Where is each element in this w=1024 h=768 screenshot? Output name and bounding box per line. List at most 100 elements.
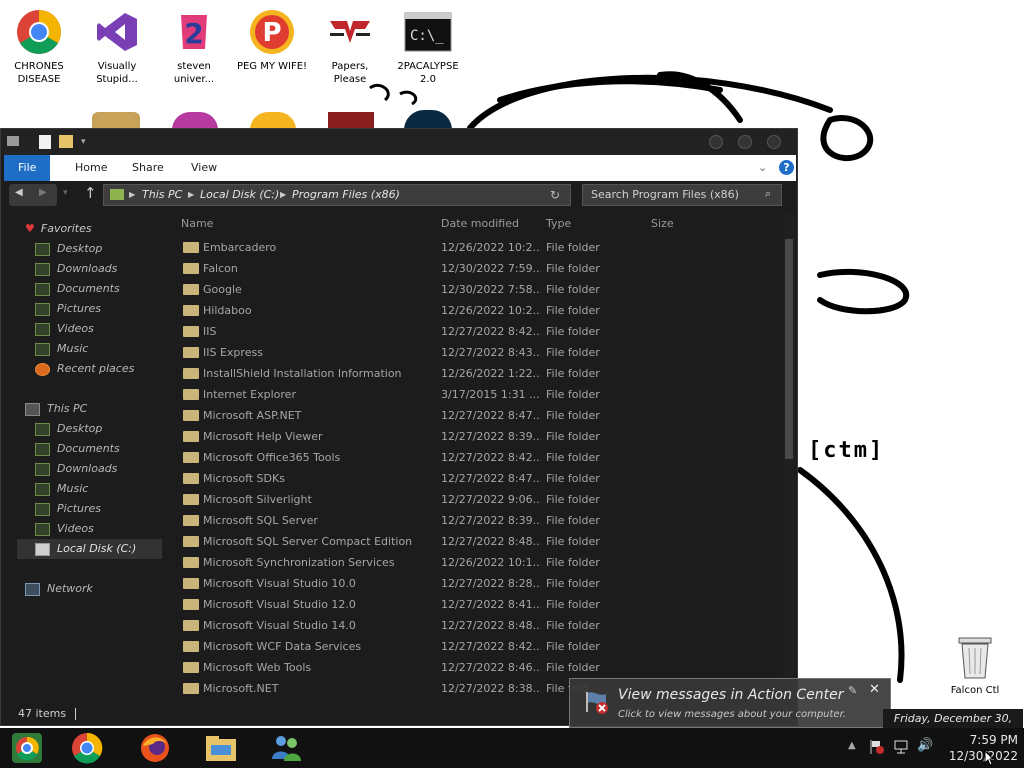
table-row[interactable]: Microsoft SQL Server 12/27/2022 8:39... Fi… <box>171 510 783 531</box>
desktop-icon-peg[interactable]: P PEG MY WIFE! <box>232 2 312 73</box>
breadcrumb-program-files[interactable]: Program Files (x86) <box>292 185 400 205</box>
nav-network[interactable]: Network <box>25 579 93 599</box>
nav-fav-downloads[interactable]: Downloads <box>35 259 117 279</box>
title-bar[interactable]: ▾ <box>1 129 797 155</box>
nav-fav-desktop[interactable]: Desktop <box>35 239 102 259</box>
toast-subtitle: Click to view messages about your comput… <box>618 709 846 720</box>
file-type: File folder <box>546 451 600 464</box>
column-header-name[interactable]: Name <box>181 213 213 235</box>
table-row[interactable]: Microsoft Visual Studio 12.0 12/27/2022 8… <box>171 594 783 615</box>
desktop-icon-steven-universe[interactable]: 2 steven univer... <box>154 2 234 86</box>
start-button[interactable] <box>10 732 44 764</box>
desktop-icon-recycle-bin[interactable]: Falcon Ctl <box>935 626 1015 697</box>
file-name: IIS Express <box>203 346 263 359</box>
maximize-button[interactable] <box>738 135 752 149</box>
ribbon-expand-icon[interactable]: ⌄ <box>758 161 767 174</box>
desktop-icon-papers-please[interactable]: Papers, Please <box>310 2 390 86</box>
table-row[interactable]: Microsoft WCF Data Services 12/27/2022 8:… <box>171 636 783 657</box>
nav-pc-pictures[interactable]: Pictures <box>35 499 101 519</box>
nav-fav-videos[interactable]: Videos <box>35 319 94 339</box>
nav-fav-recent[interactable]: Recent places <box>35 359 134 379</box>
properties-icon[interactable] <box>39 135 51 149</box>
firefox-taskbar-icon[interactable] <box>138 732 172 764</box>
column-header-type[interactable]: Type <box>546 213 571 235</box>
breadcrumb-local-disk[interactable]: Local Disk (C:) <box>200 185 279 205</box>
minimize-button[interactable] <box>709 135 723 149</box>
scrollbar-thumb[interactable] <box>785 239 793 459</box>
table-row[interactable]: Falcon 12/30/2022 7:59... File folder <box>171 258 783 279</box>
column-header-date[interactable]: Date modified <box>441 213 519 235</box>
table-row[interactable]: Microsoft Web Tools 12/27/2022 8:46... Fil… <box>171 657 783 678</box>
new-folder-icon[interactable] <box>59 135 73 148</box>
nav-favorites[interactable]: ♥ Favorites <box>25 219 92 239</box>
table-row[interactable]: IIS 12/27/2022 8:42... File folder <box>171 321 783 342</box>
nav-pc-downloads[interactable]: Downloads <box>35 459 117 479</box>
column-header-size[interactable]: Size <box>651 213 674 235</box>
address-bar[interactable]: ▶ This PC ▶ Local Disk (C:) ▶ Program Fi… <box>103 184 571 206</box>
nav-this-pc[interactable]: This PC <box>25 399 87 419</box>
action-center-toast[interactable]: View messages in Action Center Click to … <box>569 678 891 728</box>
table-row[interactable]: Embarcadero 12/26/2022 10:2... File folder <box>171 237 783 258</box>
vertical-scrollbar[interactable] <box>783 213 795 703</box>
show-hidden-icons-icon[interactable]: ▲ <box>848 740 856 751</box>
chrome-taskbar-icon[interactable] <box>70 732 104 764</box>
nav-fav-pictures[interactable]: Pictures <box>35 299 101 319</box>
network-tray-icon[interactable] <box>893 739 909 755</box>
table-row[interactable]: Microsoft Office365 Tools 12/27/2022 8:42… <box>171 447 783 468</box>
nav-pc-local-disk[interactable]: Local Disk (C:) <box>17 539 162 559</box>
search-icon[interactable]: ⌕ <box>765 187 771 201</box>
table-row[interactable]: Google 12/30/2022 7:58... File folder <box>171 279 783 300</box>
table-row[interactable]: Internet Explorer 3/17/2015 1:31 ... File … <box>171 384 783 405</box>
tab-view[interactable]: View <box>191 155 217 181</box>
file-type: File folder <box>546 640 600 653</box>
action-center-tray-icon[interactable] <box>869 739 885 755</box>
forward-arrow-icon[interactable]: ▶ <box>39 187 47 198</box>
tab-file[interactable]: File <box>4 155 51 181</box>
chevron-down-icon[interactable]: ▾ <box>81 137 86 147</box>
tab-share[interactable]: Share <box>132 155 164 181</box>
folder-icon <box>183 389 199 400</box>
search-input[interactable]: Search Program Files (x86) <box>582 184 782 206</box>
file-name: Embarcadero <box>203 241 277 254</box>
nav-pc-desktop[interactable]: Desktop <box>35 419 102 439</box>
nav-fav-documents[interactable]: Documents <box>35 279 120 299</box>
table-row[interactable]: IIS Express 12/27/2022 8:43... File folder <box>171 342 783 363</box>
table-row[interactable]: Microsoft Silverlight 12/27/2022 9:06... F… <box>171 489 783 510</box>
nav-pc-documents[interactable]: Documents <box>35 439 120 459</box>
help-icon[interactable]: ? <box>779 160 794 175</box>
table-row[interactable]: Microsoft ASP.NET 12/27/2022 8:47... File … <box>171 405 783 426</box>
table-row[interactable]: Microsoft Visual Studio 14.0 12/27/2022 8… <box>171 615 783 636</box>
desktop-icon-visual-studio[interactable]: Visually Stupid... <box>77 2 157 86</box>
folder-icon <box>183 515 199 526</box>
status-divider <box>75 708 76 720</box>
volume-icon[interactable]: 🔊 <box>917 738 933 753</box>
desktop-icon-chrones[interactable]: CHRONES DISEASE <box>0 2 79 86</box>
nav-pc-music[interactable]: Music <box>35 479 88 499</box>
breadcrumb-this-pc[interactable]: This PC <box>142 185 182 205</box>
nav-fav-music[interactable]: Music <box>35 339 88 359</box>
nav-label: Downloads <box>57 262 118 275</box>
close-icon[interactable]: ✕ <box>869 682 880 697</box>
file-explorer-taskbar-icon[interactable] <box>204 732 238 764</box>
up-arrow-icon[interactable]: ↑ <box>84 184 97 202</box>
file-date: 12/30/2022 7:59... <box>441 262 541 275</box>
pin-icon[interactable]: ✎ <box>848 684 857 697</box>
table-row[interactable]: Microsoft Help Viewer 12/27/2022 8:39... F… <box>171 426 783 447</box>
recycle-bin-icon <box>951 632 999 680</box>
back-arrow-icon[interactable]: ◀ <box>15 187 23 198</box>
table-row[interactable]: Microsoft Visual Studio 10.0 12/27/2022 8… <box>171 573 783 594</box>
folder-icon <box>183 242 199 253</box>
table-row[interactable]: InstallShield Installation Information 12… <box>171 363 783 384</box>
table-row[interactable]: Microsoft Synchronization Services 12/26/… <box>171 552 783 573</box>
recent-locations-icon[interactable]: ▾ <box>63 188 68 198</box>
table-row[interactable]: Hildaboo 12/26/2022 10:2... File folder <box>171 300 783 321</box>
tab-home[interactable]: Home <box>75 155 107 181</box>
nav-pc-videos[interactable]: Videos <box>35 519 94 539</box>
refresh-icon[interactable]: ↻ <box>550 185 560 205</box>
system-clock[interactable]: 7:59 PM 12/30/2022 <box>938 732 1018 764</box>
table-row[interactable]: Microsoft SQL Server Compact Edition 12/2… <box>171 531 783 552</box>
close-button[interactable] <box>767 135 781 149</box>
desktop-icon-2pacalypse[interactable]: C:\_ 2PACALYPSE 2.0 <box>388 2 468 86</box>
table-row[interactable]: Microsoft SDKs 12/27/2022 8:47... File fol… <box>171 468 783 489</box>
users-taskbar-icon[interactable] <box>268 732 304 764</box>
